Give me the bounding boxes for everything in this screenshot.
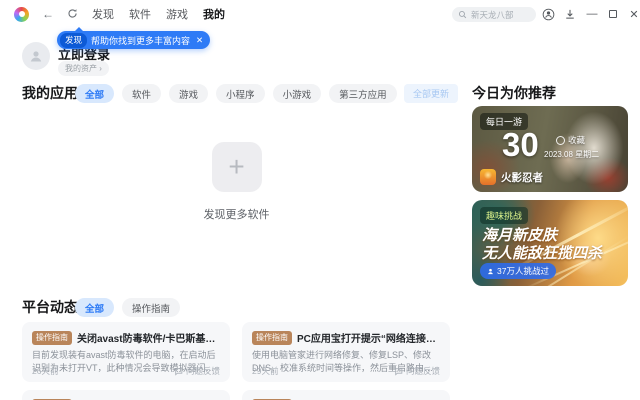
my-apps-filters: 全部 软件 游戏 小程序 小游戏 第三方应用 [75, 84, 397, 103]
feed-card-title: 关闭avast防毒软件/卡巴斯基减少卡顿现象 [77, 334, 220, 345]
my-assets-link[interactable]: 我的资产 › [58, 61, 109, 76]
tab-discover[interactable]: 发现 [92, 6, 114, 22]
tooltip-text: 帮助你找到更多丰富内容 [91, 35, 191, 46]
favorite-row[interactable]: 收藏 [556, 134, 585, 146]
favorite-label: 收藏 [568, 135, 586, 145]
update-all-button[interactable]: 全部更新 [404, 84, 459, 103]
filter-thirdparty[interactable]: 第三方应用 [329, 84, 397, 103]
game-name: 火影忍者 [501, 171, 543, 184]
feed-card-3[interactable]: 操作指南 pc应用宝网络异常修改DNS教程 [22, 390, 230, 400]
app-window: ← 发现 软件 游戏 我的 — ✕ 发现 帮助你找到更多丰富内容 ✕ [0, 0, 640, 400]
feed-tabs: 全部 操作指南 [75, 298, 181, 317]
discover-tooltip: 发现 帮助你找到更多丰富内容 ✕ [57, 27, 211, 49]
app-logo-icon [14, 6, 29, 22]
filter-miniprograms[interactable]: 小程序 [216, 84, 265, 103]
tooltip-close-icon[interactable]: ✕ [196, 35, 203, 46]
feedback-icon [395, 367, 403, 376]
recommend-title: 今日为你推荐 [472, 85, 556, 101]
challenge-stat-label: 37万人挑战过 [497, 266, 549, 276]
tab-mine[interactable]: 我的 [203, 6, 225, 22]
game-app-icon [480, 169, 496, 185]
feedback-label: 问题反馈 [185, 366, 220, 376]
my-apps-title: 我的应用 [22, 85, 78, 101]
topbar: ← 发现 软件 游戏 我的 — ✕ [0, 0, 640, 28]
search-box[interactable] [452, 7, 536, 22]
guide-tag: 操作指南 [252, 330, 292, 345]
daily-day-number: 30 [502, 126, 539, 163]
feedback-icon [175, 367, 183, 376]
filter-games[interactable]: 游戏 [169, 84, 209, 103]
game-entry[interactable]: 火影忍者 [480, 169, 543, 185]
feed-tab-guide[interactable]: 操作指南 [122, 298, 181, 317]
discover-more-label: 发现更多软件 [203, 209, 270, 221]
download-manager-icon[interactable] [562, 6, 578, 22]
refresh-icon[interactable] [67, 8, 78, 21]
feed-tab-all[interactable]: 全部 [75, 298, 115, 317]
challenge-card[interactable]: 趣味挑战 海月新皮肤 无人能敌狂揽四杀 37万人挑战过 [472, 200, 628, 286]
search-input[interactable] [471, 9, 530, 20]
feed-card-time: 29天前 [252, 366, 279, 376]
challenge-badge: 趣味挑战 [480, 207, 529, 224]
account-icon[interactable] [540, 6, 556, 22]
feed-card-4[interactable]: 操作指南 opengl版本过低/卡死/花屏/闪退，升级显卡驱动… [242, 390, 450, 400]
search-icon [458, 10, 467, 19]
feedback-link[interactable]: 问题反馈 [394, 365, 440, 377]
close-icon[interactable]: ✕ [626, 6, 640, 22]
feed-card-title: PC应用宝打开提示“网络连接错误” [297, 334, 440, 345]
tooltip-badge: 发现 [60, 32, 88, 48]
filter-software[interactable]: 软件 [122, 84, 162, 103]
challenge-stat-pill: 37万人挑战过 [480, 263, 556, 279]
feed-card-footer: 26天前 问题反馈 [32, 365, 220, 377]
feed-card-head: 操作指南 PC应用宝打开提示“网络连接错误” [252, 330, 440, 345]
feed-card-head: 操作指南 关闭avast防毒软件/卡巴斯基减少卡顿现象 [32, 330, 220, 345]
feedback-link[interactable]: 问题反馈 [174, 365, 220, 377]
back-icon[interactable]: ← [42, 8, 54, 20]
tab-games[interactable]: 游戏 [166, 6, 188, 22]
feed-card-2[interactable]: 操作指南 PC应用宝打开提示“网络连接错误” 使用电脑管家进行网络修复、修复LS… [242, 322, 450, 382]
favorite-icon [556, 135, 565, 145]
avatar[interactable] [22, 42, 50, 70]
filter-minigames[interactable]: 小游戏 [272, 84, 322, 103]
daily-game-card[interactable]: 每日一游 30 收藏 2023.08 星期二 火影忍者 [472, 106, 628, 192]
empty-apps-area: + 发现更多软件 [15, 142, 458, 222]
plus-icon: + [228, 151, 245, 182]
filter-all[interactable]: 全部 [75, 84, 115, 103]
daily-date: 2023.08 星期二 [544, 150, 600, 159]
feedback-label: 问题反馈 [405, 366, 440, 376]
players-icon [488, 268, 493, 274]
add-software-button[interactable]: + [211, 142, 262, 192]
main-nav: 发现 软件 游戏 我的 [92, 6, 225, 22]
challenge-title-line2: 无人能敌狂揽四杀 [482, 245, 603, 262]
maximize-icon[interactable] [605, 6, 621, 22]
feed-card-1[interactable]: 操作指南 关闭avast防毒软件/卡巴斯基减少卡顿现象 目前发现装有avast防… [22, 322, 230, 382]
minimize-icon[interactable]: — [584, 6, 600, 22]
tab-software[interactable]: 软件 [129, 6, 151, 22]
feed-title: 平台动态 [22, 299, 78, 315]
feed-card-time: 26天前 [32, 366, 59, 376]
feed-card-footer: 29天前 问题反馈 [252, 365, 440, 377]
guide-tag: 操作指南 [32, 330, 72, 345]
